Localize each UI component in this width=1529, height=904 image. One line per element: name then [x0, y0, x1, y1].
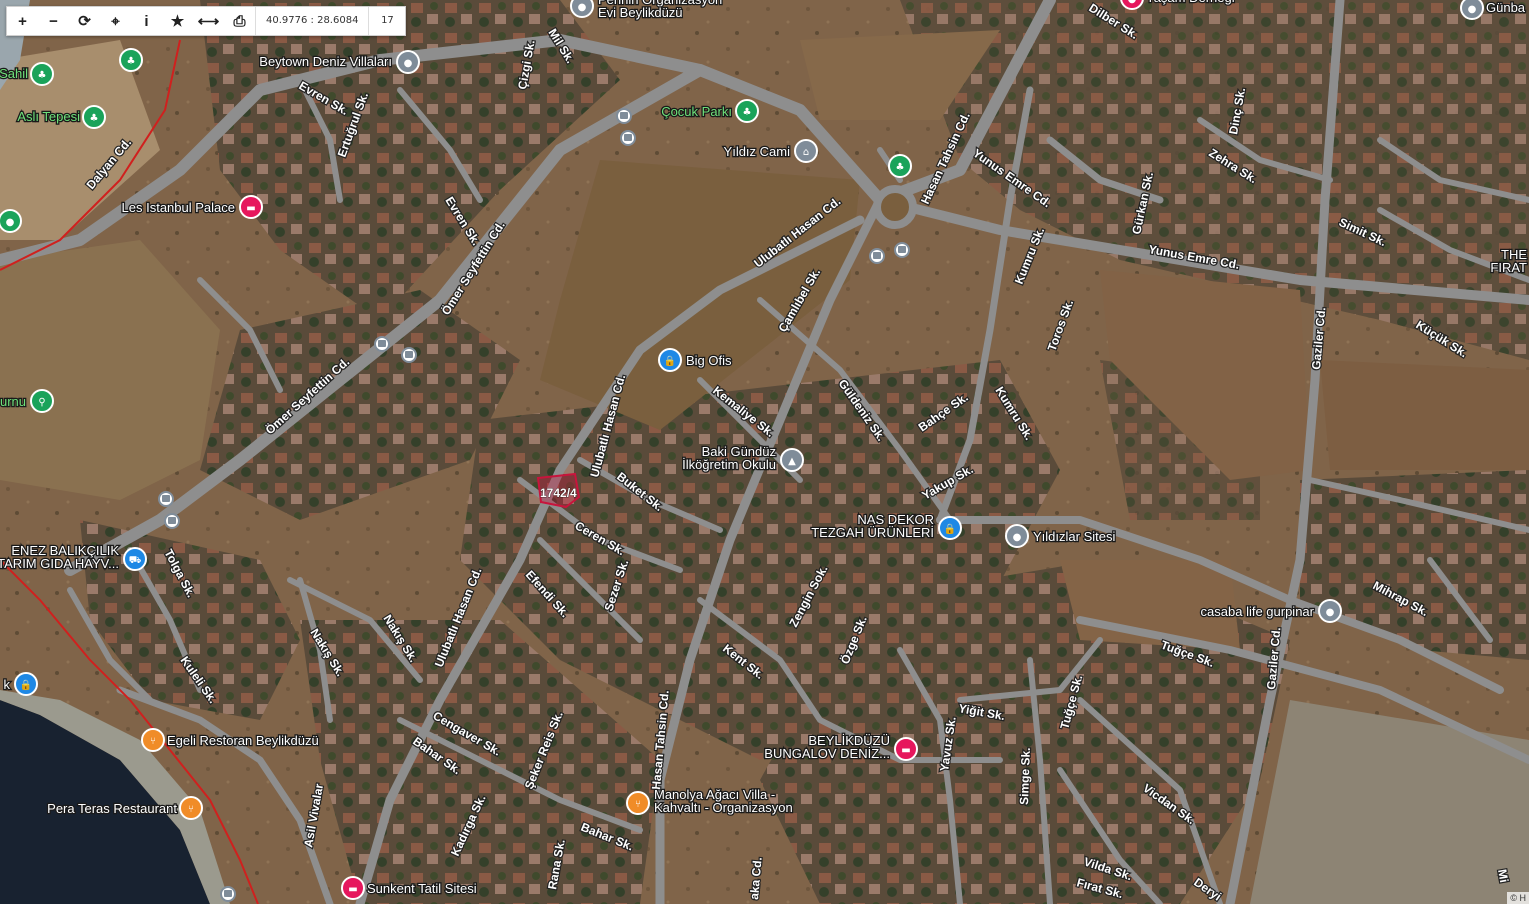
hotel-icon-glyph: ▬ [901, 745, 910, 756]
street-label: Mi [1495, 868, 1511, 884]
bus-stop-icon[interactable] [616, 108, 632, 124]
poi-k[interactable]: 🔒k [2, 672, 38, 696]
school-icon-glyph: ▲ [788, 456, 796, 467]
restaurant-icon-glyph: ⑂ [150, 736, 156, 747]
park-icon-glyph: ♣ [743, 107, 752, 118]
poi-label: Big Ofis [686, 353, 732, 368]
poi-label: Egeli Restoran Beylikdüzü [167, 733, 319, 748]
parcel-label: 1742/4 [540, 486, 577, 500]
hotel-icon-glyph: ▬ [348, 884, 357, 895]
shop-icon-glyph: 🔒 [20, 679, 32, 691]
coordinate-readout: 40.9776 : 28.6084 [255, 7, 368, 35]
poi-label: k [4, 677, 11, 692]
roundabout [873, 185, 917, 229]
mosque-icon-glyph: ⌂ [803, 147, 809, 158]
bus-stop-icon[interactable] [220, 886, 236, 902]
zoom-out-button[interactable]: − [38, 7, 69, 35]
poi-label: Beytown Deniz Villaları [259, 54, 392, 69]
place-icon-glyph: ● [1013, 532, 1022, 543]
map-toolbar: + − ⟳ ⌖ i ★ ⟷ ⎙ 40.9776 : 28.6084 17 [6, 6, 407, 36]
poi-label: casaba life gurpinar [1201, 604, 1315, 619]
poi-marker[interactable]: ♣ [119, 48, 143, 72]
poi-big-ofis[interactable]: 🔒 Big Ofis [658, 348, 733, 372]
place-icon-glyph: ● [578, 2, 587, 13]
poi-egeli-restoran-beylikdüzü[interactable]: ⑂ Egeli Restoran Beylikdüzü [141, 728, 320, 752]
bus-stop-icon[interactable] [620, 130, 636, 146]
poi-label: urnu [0, 394, 26, 409]
poi-label: Yıldız Cami [724, 144, 791, 159]
hotel-icon-glyph: ▬ [246, 203, 255, 214]
park-icon-glyph: ♣ [127, 56, 136, 67]
zoom-level-readout: 17 [368, 7, 405, 35]
poi-label: Yaşam Derneği [1146, 0, 1235, 5]
bus-stop-icon[interactable] [374, 336, 390, 352]
locate-button[interactable]: ⌖ [100, 7, 131, 35]
favorite-button[interactable]: ★ [162, 7, 193, 35]
poi-label: Çocuk Parkı [661, 104, 732, 119]
bus-stop-icon[interactable] [164, 513, 180, 529]
poi-label: Günba [1486, 0, 1526, 15]
poi-label: ENEZ BALIKÇILIK TARIM GIDA HAYV... [0, 543, 119, 571]
satellite-map[interactable]: 1742/4 Dilber Sk. Mil Sk. Çizgi Sk. Evre… [0, 0, 1529, 904]
place-icon-glyph: ● [404, 58, 413, 69]
zoom-in-button[interactable]: + [7, 7, 38, 35]
restaurant-icon-glyph: ⑂ [635, 799, 641, 810]
poi-çocuk-parkı[interactable]: ♣ Çocuk Parkı [660, 99, 759, 123]
poi-yıldız-cami[interactable]: ⌂ Yıldız Cami [722, 139, 818, 163]
info-button[interactable]: i [131, 7, 162, 35]
poi-yıldızlar-sitesi[interactable]: ● Yıldızlar Sitesi [1005, 524, 1117, 548]
place-icon-glyph: ● [6, 217, 15, 228]
map-attribution: © H [1507, 892, 1529, 904]
poi-label: Sunkent Tatil Sitesi [367, 881, 477, 896]
street-label: Simge Sk. [1017, 747, 1033, 805]
poi-label: Pera Teras Restaurant [47, 801, 177, 816]
bus-stop-icon[interactable] [894, 242, 910, 258]
poi-marker[interactable]: ● [0, 209, 22, 233]
park-icon-glyph: ♣ [90, 113, 99, 124]
place-icon-glyph: ● [1468, 4, 1477, 15]
measure-button[interactable]: ⟷ [193, 7, 224, 35]
poi-label: Aslı Tepesi [17, 109, 80, 124]
parcel-1742-4[interactable]: 1742/4 [536, 472, 581, 509]
poi-label: Yıldızlar Sitesi [1033, 529, 1115, 544]
poi-marker[interactable]: ♣ [888, 154, 912, 178]
cart-icon-glyph: ⛟ [129, 555, 142, 566]
place-icon-glyph: ● [1326, 607, 1335, 618]
restaurant-icon-glyph: ⑂ [188, 804, 194, 815]
park-icon-glyph: ♣ [896, 162, 905, 173]
shop-icon-glyph: 🔒 [944, 523, 956, 535]
refresh-button[interactable]: ⟳ [69, 7, 100, 35]
poi-label: Sahil [0, 66, 28, 81]
place-icon-glyph: ● [1128, 0, 1137, 5]
park-icon-glyph: ♣ [38, 70, 47, 81]
bus-stop-icon[interactable] [401, 347, 417, 363]
bus-stop-icon[interactable] [158, 491, 174, 507]
bus-stop-icon[interactable] [869, 248, 885, 264]
shop-icon-glyph: 🔒 [664, 355, 676, 367]
poi-label: Manolya Ağacı Villa -Kahvaltı - Organiza… [654, 787, 793, 815]
walk-icon-glyph: ⚲ [38, 397, 45, 408]
poi-label: Les Istanbul Palace [122, 200, 235, 215]
print-button[interactable]: ⎙ [224, 7, 255, 35]
